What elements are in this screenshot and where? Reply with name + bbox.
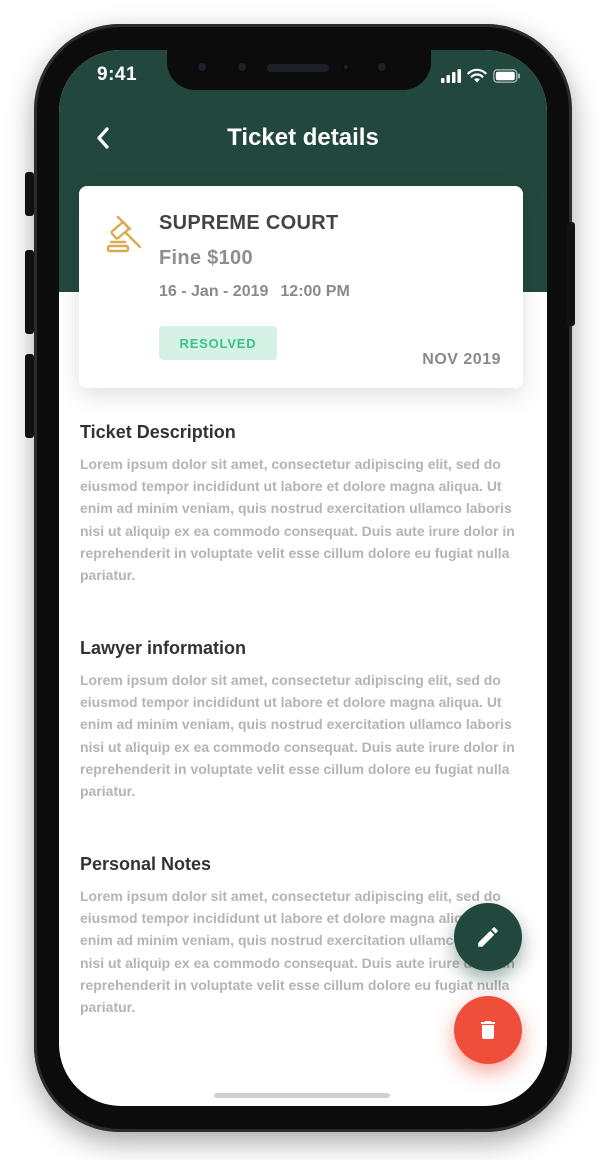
sensor-dot xyxy=(235,60,249,74)
battery-icon xyxy=(493,68,520,83)
ticket-time: 12:00 PM xyxy=(280,283,350,300)
status-time: 9:41 xyxy=(97,64,138,85)
section-title: Ticket Description xyxy=(80,422,236,442)
app-screen: 9:41 Ticket details SUPREME COURT Fine $… xyxy=(59,50,547,1106)
page-title: Ticket details xyxy=(227,124,379,151)
pencil-icon xyxy=(478,927,498,947)
section-lawyer-information: Lawyer information Lorem ipsum dolor sit… xyxy=(80,638,520,802)
phone-volume-down-button xyxy=(25,354,34,438)
trash-icon xyxy=(481,1021,495,1039)
sensor-dot xyxy=(341,62,351,72)
phone-mute-switch xyxy=(25,172,34,216)
wifi-icon xyxy=(467,68,487,83)
camera-notch xyxy=(167,50,431,90)
section-body: Lorem ipsum dolor sit amet, consectetur … xyxy=(80,888,515,1016)
court-name: SUPREME COURT xyxy=(159,212,339,234)
ticket-datetime: 16 - Jan - 2019 12:00 PM xyxy=(159,283,350,301)
status-badge: RESOLVED xyxy=(159,326,277,360)
status-icons xyxy=(441,68,521,83)
gavel-icon xyxy=(106,215,142,253)
signal-icon xyxy=(441,68,461,83)
edit-button[interactable] xyxy=(454,903,522,971)
section-title: Lawyer information xyxy=(80,638,247,658)
section-ticket-description: Ticket Description Lorem ipsum dolor sit… xyxy=(80,422,520,586)
section-body: Lorem ipsum dolor sit amet, consectetur … xyxy=(80,672,515,800)
fine-amount: Fine $100 xyxy=(159,247,253,269)
delete-button[interactable] xyxy=(454,996,522,1064)
phone-power-button xyxy=(566,222,575,326)
nav-bar: Ticket details xyxy=(59,116,547,160)
ticket-card[interactable]: SUPREME COURT Fine $100 16 - Jan - 2019 1… xyxy=(79,186,523,388)
sensor-dot xyxy=(195,60,209,74)
front-camera xyxy=(375,60,389,74)
earpiece-speaker xyxy=(267,64,329,72)
section-title: Personal Notes xyxy=(80,854,212,874)
home-indicator xyxy=(214,1093,390,1098)
ticket-month: NOV 2019 xyxy=(422,351,501,368)
ticket-date: 16 - Jan - 2019 xyxy=(159,283,269,300)
phone-volume-up-button xyxy=(25,250,34,334)
section-body: Lorem ipsum dolor sit amet, consectetur … xyxy=(80,456,515,584)
